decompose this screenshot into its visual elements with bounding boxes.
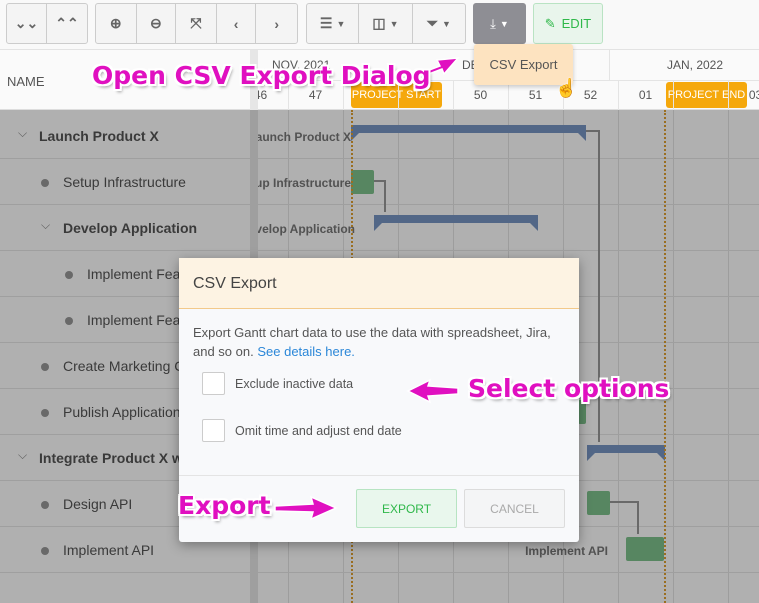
annotation-open-dialog: Open CSV Export Dialog xyxy=(92,61,431,90)
arrow-icon xyxy=(274,495,338,521)
annotation-export: Export xyxy=(178,491,271,520)
arrow-icon xyxy=(406,378,459,404)
annotation-arrows xyxy=(274,57,460,521)
annotation-select-options: Select options xyxy=(468,374,670,403)
